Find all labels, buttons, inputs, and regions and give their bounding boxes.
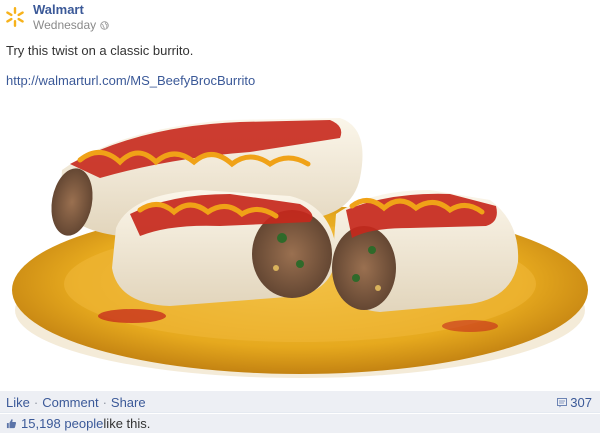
thumbs-up-icon (6, 419, 17, 429)
author-name[interactable]: Walmart (33, 2, 109, 18)
post-meta: Wednesday (33, 18, 109, 32)
like-button[interactable]: Like (6, 395, 30, 410)
likes-suffix: like this. (103, 416, 151, 431)
burrito-photo[interactable] (0, 98, 600, 390)
post-header: Walmart Wednesday (4, 2, 109, 32)
comment-icon (557, 397, 568, 407)
post-timestamp[interactable]: Wednesday (33, 18, 96, 32)
action-separator: · (102, 395, 107, 410)
post-link[interactable]: http://walmarturl.com/MS_BeefyBrocBurrit… (6, 72, 255, 89)
likes-count-link[interactable]: 15,198 people (21, 416, 103, 431)
post-message: Try this twist on a classic burrito. (6, 43, 194, 58)
walmart-spark-icon[interactable] (4, 6, 26, 28)
share-button[interactable]: Share (111, 395, 146, 410)
comment-button[interactable]: Comment (42, 395, 98, 410)
likes-summary: 15,198 people like this. (6, 416, 150, 431)
author-block: Walmart Wednesday (33, 2, 109, 32)
likes-bar: 15,198 people like this. (0, 414, 600, 433)
post-actions: Like · Comment · Share (6, 395, 146, 410)
post-actions-bar: Like · Comment · Share 307 (0, 391, 600, 413)
globe-icon (100, 20, 109, 30)
action-separator: · (33, 395, 39, 410)
comment-count-value: 307 (570, 395, 592, 410)
burrito-plate-image (12, 118, 588, 378)
facebook-post: Walmart Wednesday Try this twist on a cl… (0, 0, 600, 433)
comments-count[interactable]: 307 (557, 395, 592, 410)
